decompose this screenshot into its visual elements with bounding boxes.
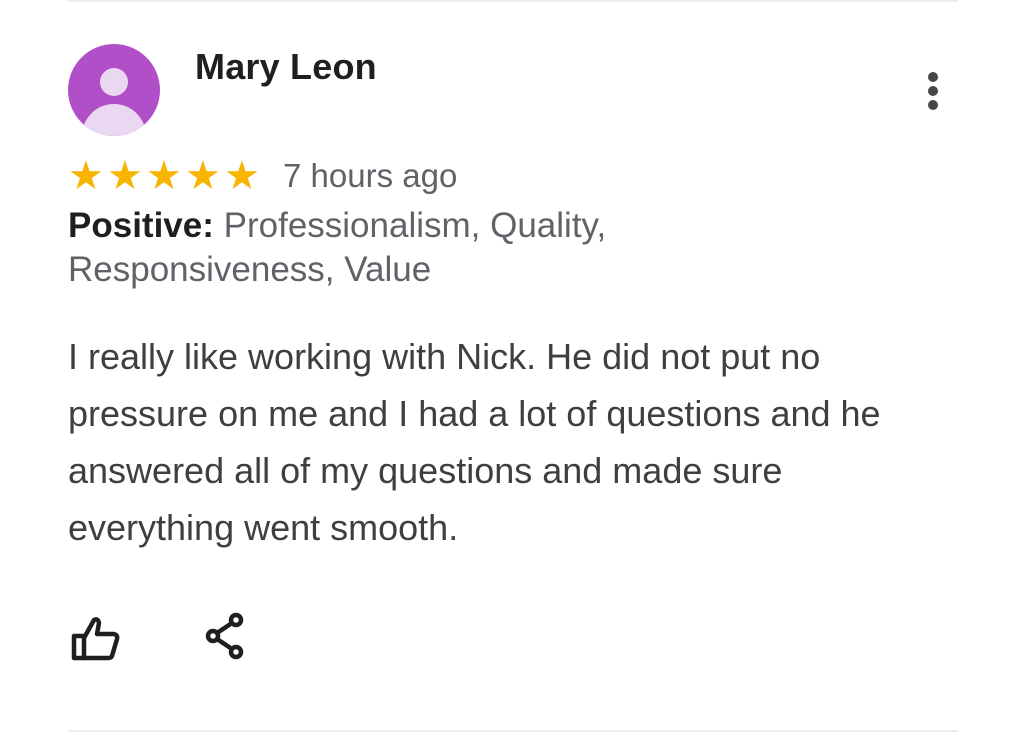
- bottom-divider: [68, 730, 958, 732]
- more-vertical-icon: [928, 72, 938, 82]
- top-divider: [68, 0, 958, 2]
- thumbs-up-icon: [71, 617, 120, 661]
- review-timestamp: 7 hours ago: [283, 157, 458, 194]
- more-vertical-icon-dot: [928, 86, 938, 96]
- star-icon: ★: [224, 153, 260, 199]
- more-options-button[interactable]: [916, 68, 950, 114]
- positive-label: Positive:: [68, 206, 214, 245]
- star-icon: ★: [146, 153, 182, 199]
- rating-row: ★ ★ ★ ★ ★ 7 hours ago: [68, 152, 457, 200]
- review-text: I really like working with Nick. He did …: [68, 336, 881, 548]
- reviewer-name[interactable]: Mary Leon: [195, 46, 377, 88]
- avatar[interactable]: [68, 44, 160, 136]
- share-icon: [205, 612, 244, 660]
- person-icon-body: [82, 104, 146, 136]
- share-button[interactable]: [196, 606, 256, 666]
- star-rating: ★ ★ ★ ★ ★: [68, 152, 263, 200]
- positive-attributes: Positive: Professionalism, Quality, Resp…: [68, 204, 828, 292]
- review-card: Mary Leon ★ ★ ★ ★ ★ 7 hours ago Positive…: [0, 0, 1024, 734]
- more-vertical-icon-dot: [928, 100, 938, 110]
- star-icon: ★: [68, 153, 104, 199]
- star-icon: ★: [107, 153, 143, 199]
- like-button[interactable]: [64, 608, 124, 668]
- star-icon: ★: [185, 153, 221, 199]
- person-icon-head: [100, 68, 128, 96]
